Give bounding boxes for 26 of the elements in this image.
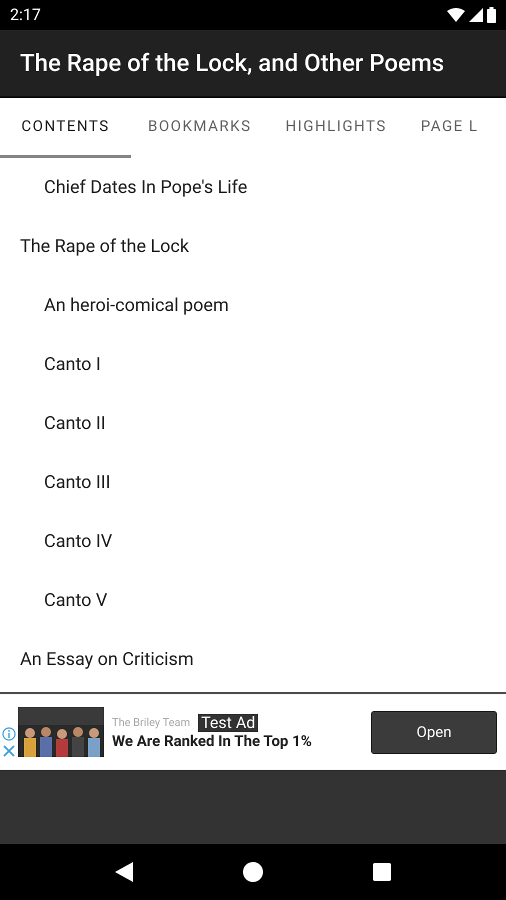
signal-icon: [469, 8, 483, 22]
tab[interactable]: BOOKMARKS: [131, 98, 268, 158]
status-time: 2:17: [10, 4, 41, 26]
contents-item[interactable]: The Rape of the Lock: [0, 217, 506, 276]
app-title: The Rape of the Lock, and Other Poems: [20, 48, 444, 79]
tab[interactable]: CONTENTS: [0, 98, 131, 158]
ad-advertiser: The Briley Team: [112, 714, 190, 731]
open-button[interactable]: Open: [371, 710, 497, 754]
ad-headline: We Are Ranked In The Top 1%: [112, 732, 313, 750]
contents-item[interactable]: Chief Dates In Pope's Life: [0, 158, 506, 217]
close-icon[interactable]: [3, 745, 15, 757]
contents-item[interactable]: An heroi-comical poem: [0, 276, 506, 335]
contents-item[interactable]: Canto I: [0, 335, 506, 394]
wifi-icon: [447, 8, 465, 22]
contents-item[interactable]: Canto III: [0, 453, 506, 512]
battery-icon: [487, 7, 496, 23]
tab[interactable]: HIGHLIGHTS: [268, 98, 404, 158]
back-icon[interactable]: [115, 862, 133, 882]
info-icon[interactable]: [2, 727, 16, 741]
test-ad-badge: Test Ad: [198, 714, 258, 732]
contents-item[interactable]: An Essay on Criticism: [0, 630, 506, 689]
tab[interactable]: PAGE L: [404, 98, 496, 158]
contents-item[interactable]: Canto IV: [0, 512, 506, 571]
contents-item[interactable]: Canto II: [0, 394, 506, 453]
home-icon[interactable]: [243, 862, 263, 882]
contents-item[interactable]: Canto V: [0, 571, 506, 630]
